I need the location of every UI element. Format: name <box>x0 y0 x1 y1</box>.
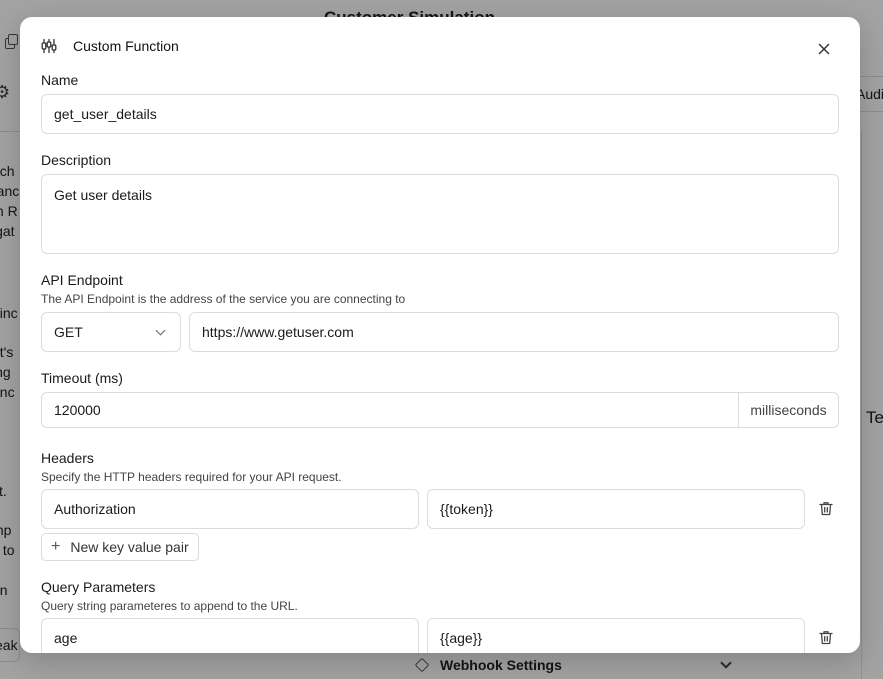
header-value-input[interactable] <box>427 489 805 529</box>
add-header-label: New key value pair <box>70 539 189 555</box>
timeout-unit: milliseconds <box>739 392 839 428</box>
plus-icon: + <box>51 538 61 555</box>
timeout-input[interactable] <box>41 392 739 428</box>
query-params-hint: Query string parameteres to append to th… <box>41 599 298 613</box>
api-endpoint-hint: The API Endpoint is the address of the s… <box>41 292 406 306</box>
description-textarea[interactable]: Get user details <box>41 174 839 254</box>
headers-label: Headers <box>41 450 94 466</box>
query-value-input[interactable] <box>427 618 805 653</box>
headers-hint: Specify the HTTP headers required for yo… <box>41 470 342 484</box>
header-key-input[interactable] <box>41 489 419 529</box>
query-key-input[interactable] <box>41 618 419 653</box>
add-header-button[interactable]: + New key value pair <box>41 533 199 561</box>
http-method-select[interactable]: GET <box>41 312 181 352</box>
close-icon[interactable] <box>816 41 832 57</box>
http-method-value: GET <box>54 324 83 340</box>
name-label: Name <box>41 72 79 88</box>
function-icon <box>41 38 57 54</box>
modal-title: Custom Function <box>73 38 179 54</box>
trash-icon[interactable] <box>819 501 833 516</box>
api-url-input[interactable] <box>189 312 839 352</box>
query-params-label: Query Parameters <box>41 579 156 595</box>
timeout-label: Timeout (ms) <box>41 370 123 386</box>
divider <box>738 392 739 428</box>
modal-header: Custom Function <box>41 37 179 55</box>
api-endpoint-label: API Endpoint <box>41 272 123 288</box>
name-input[interactable] <box>41 94 839 134</box>
custom-function-modal: Custom Function Name Description Get use… <box>20 17 860 653</box>
trash-icon[interactable] <box>819 630 833 645</box>
chevron-down-icon <box>155 325 166 335</box>
description-label: Description <box>41 152 112 168</box>
